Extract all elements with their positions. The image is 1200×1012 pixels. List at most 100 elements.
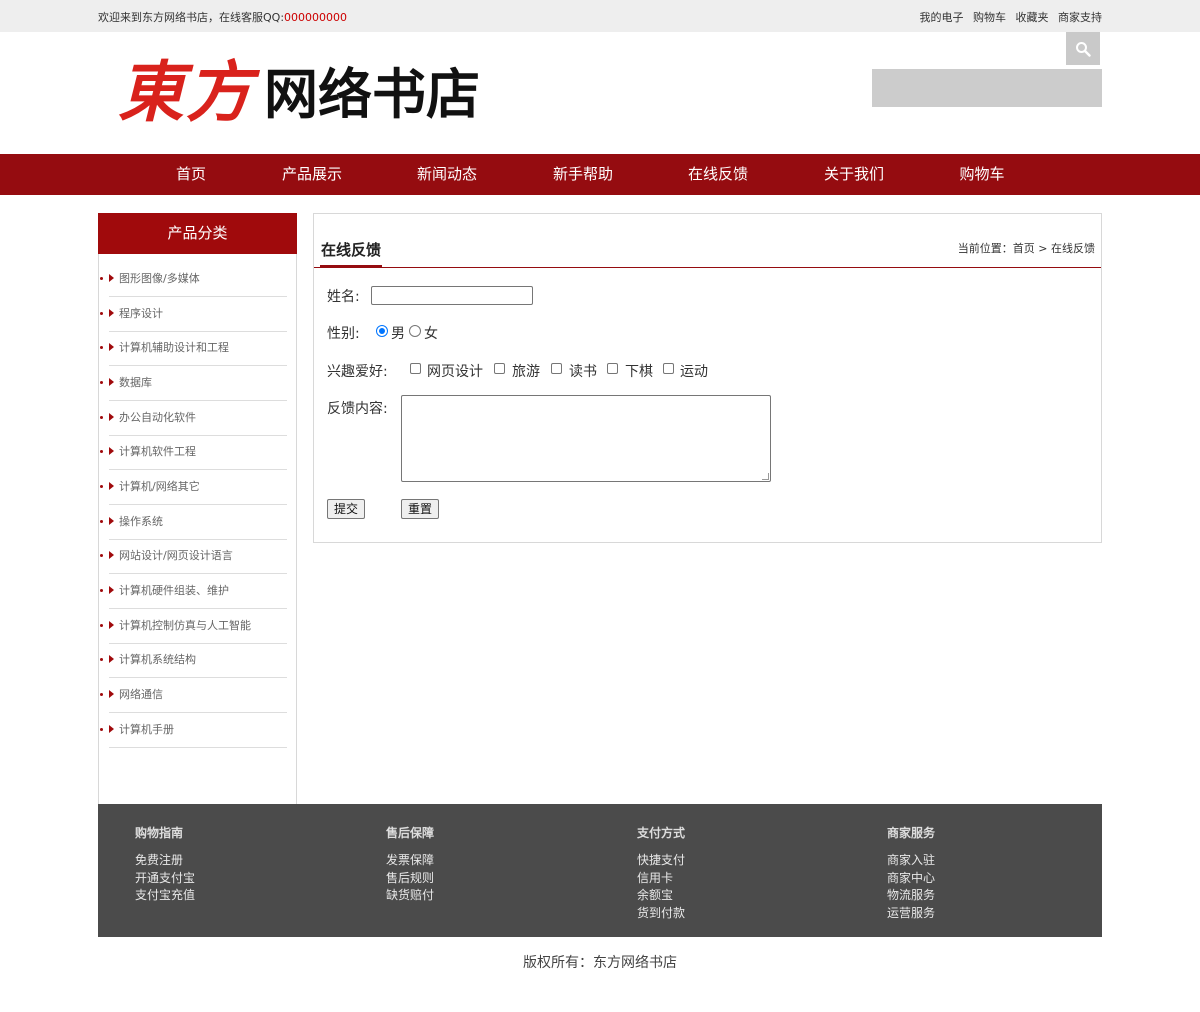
category-item[interactable]: 图形图像/多媒体	[100, 262, 287, 297]
category-label: 数据库	[119, 376, 152, 389]
category-item[interactable]: 计算机手册	[100, 713, 287, 748]
submit-button[interactable]: 提交	[327, 499, 366, 519]
feedback-label: 反馈内容:	[327, 401, 388, 417]
bullet-dot-icon	[100, 624, 103, 627]
footer-link[interactable]: 快捷支付	[637, 852, 837, 870]
search-input[interactable]	[872, 69, 1102, 107]
hobby-checkbox[interactable]	[494, 363, 505, 374]
name-label: 姓名:	[327, 289, 360, 305]
footer-link[interactable]: 商家中心	[887, 870, 1087, 888]
bullet-dot-icon	[100, 693, 103, 696]
top-link-cart[interactable]: 购物车	[973, 11, 1006, 24]
category-label: 图形图像/多媒体	[119, 272, 200, 285]
category-item[interactable]: 办公自动化软件	[100, 401, 287, 436]
hobby-checkbox[interactable]	[551, 363, 562, 374]
arrow-right-icon	[109, 725, 114, 733]
copyright: 版权所有：东方网络书店	[523, 955, 677, 971]
search-icon	[1076, 41, 1091, 57]
bullet-dot-icon	[100, 589, 103, 592]
category-label: 程序设计	[119, 307, 163, 320]
hobby-checkbox[interactable]	[410, 363, 421, 374]
category-item[interactable]: 数据库	[100, 366, 287, 401]
category-item[interactable]: 计算机/网络其它	[100, 470, 287, 505]
footer-heading: 支付方式	[637, 826, 686, 840]
nav-item-cart[interactable]: 购物车	[927, 154, 1037, 195]
nav-item-products[interactable]: 产品展示	[257, 154, 367, 195]
hobby-checkbox[interactable]	[663, 363, 674, 374]
footer-link[interactable]: 货到付款	[637, 905, 837, 923]
top-link-favorites[interactable]: 收藏夹	[1016, 11, 1049, 24]
footer-link[interactable]: 缺货赔付	[386, 887, 586, 905]
category-item[interactable]: 计算机软件工程	[100, 435, 287, 470]
footer-column-after-sales: 售后保障 发票保障 售后规则 缺货赔付	[386, 824, 586, 905]
category-item[interactable]: 计算机辅助设计和工程	[100, 331, 287, 366]
arrow-right-icon	[109, 621, 114, 629]
gender-female-radio[interactable]	[409, 325, 421, 337]
footer-link[interactable]: 发票保障	[386, 852, 586, 870]
bullet-dot-icon	[100, 728, 103, 731]
top-link-merchant-support[interactable]: 商家支持	[1058, 11, 1102, 24]
hobby-option-label: 运动	[680, 364, 708, 380]
category-sidebar: 产品分类 图形图像/多媒体 程序设计 计算机辅助设计和工程 数据库 办公自动化软…	[98, 213, 297, 805]
bullet-dot-icon	[100, 381, 103, 384]
category-label: 操作系统	[119, 515, 163, 528]
hobby-option-label: 旅游	[512, 364, 540, 380]
resize-grip-icon[interactable]	[762, 473, 769, 480]
category-item[interactable]: 网络通信	[100, 678, 287, 713]
category-label: 计算机辅助设计和工程	[119, 341, 229, 354]
footer-link[interactable]: 商家入驻	[887, 852, 1087, 870]
footer-column-merchant: 商家服务 商家入驻 商家中心 物流服务 运营服务	[887, 824, 1087, 922]
logo-store-text: 网络书店	[264, 63, 480, 126]
bullet-dot-icon	[100, 277, 103, 280]
nav-item-news[interactable]: 新闻动态	[392, 154, 502, 195]
footer-link[interactable]: 售后规则	[386, 870, 586, 888]
welcome-text: 欢迎来到东方网络书店，在线客服QQ:000000000	[98, 9, 347, 25]
category-item[interactable]: 计算机硬件组装、维护	[100, 574, 287, 609]
name-field[interactable]	[371, 286, 533, 305]
bullet-dot-icon	[100, 346, 103, 349]
footer-link[interactable]: 物流服务	[887, 887, 1087, 905]
qq-number[interactable]: 000000000	[284, 11, 347, 24]
category-item[interactable]: 计算机系统结构	[100, 643, 287, 678]
nav-item-feedback[interactable]: 在线反馈	[663, 154, 773, 195]
footer-column-payment: 支付方式 快捷支付 信用卡 余额宝 货到付款	[637, 824, 837, 922]
bullet-dot-icon	[100, 485, 103, 488]
category-item[interactable]: 程序设计	[100, 297, 287, 332]
nav-item-about[interactable]: 关于我们	[799, 154, 909, 195]
category-item[interactable]: 网站设计/网页设计语言	[100, 539, 287, 574]
footer-link[interactable]: 运营服务	[887, 905, 1087, 923]
arrow-right-icon	[109, 447, 114, 455]
hobby-option-label: 网页设计	[427, 364, 483, 380]
arrow-right-icon	[109, 274, 114, 282]
arrow-right-icon	[109, 309, 114, 317]
arrow-right-icon	[109, 586, 114, 594]
arrow-right-icon	[109, 551, 114, 559]
footer-heading: 购物指南	[135, 826, 184, 840]
category-label: 办公自动化软件	[119, 411, 196, 424]
hobby-checkbox[interactable]	[607, 363, 618, 374]
category-item[interactable]: 操作系统	[100, 505, 287, 540]
gender-male-radio[interactable]	[376, 325, 388, 337]
feedback-textarea[interactable]	[401, 395, 771, 482]
title-divider	[314, 267, 1101, 268]
gender-label: 性别:	[327, 326, 360, 342]
footer-link[interactable]: 支付宝充值	[135, 887, 335, 905]
nav-item-home[interactable]: 首页	[136, 154, 246, 195]
site-logo[interactable]: 東方 网络书店	[118, 52, 498, 132]
category-item[interactable]: 计算机控制仿真与人工智能	[100, 609, 287, 644]
bullet-dot-icon	[100, 658, 103, 661]
reset-button[interactable]: 重置	[401, 499, 440, 519]
category-label: 计算机硬件组装、维护	[119, 584, 229, 597]
top-links: 我的电子 购物车 收藏夹 商家支持	[914, 9, 1103, 25]
top-link-my-ebook[interactable]: 我的电子	[920, 11, 964, 24]
search-button[interactable]	[1066, 32, 1100, 65]
hobby-option-label: 下棋	[625, 364, 653, 380]
arrow-right-icon	[109, 517, 114, 525]
bullet-dot-icon	[100, 312, 103, 315]
page-title: 在线反馈	[321, 241, 382, 259]
footer-link[interactable]: 开通支付宝	[135, 870, 335, 888]
footer-link[interactable]: 信用卡	[637, 870, 837, 888]
footer-link[interactable]: 余额宝	[637, 887, 837, 905]
footer-link[interactable]: 免费注册	[135, 852, 335, 870]
nav-item-help[interactable]: 新手帮助	[528, 154, 638, 195]
